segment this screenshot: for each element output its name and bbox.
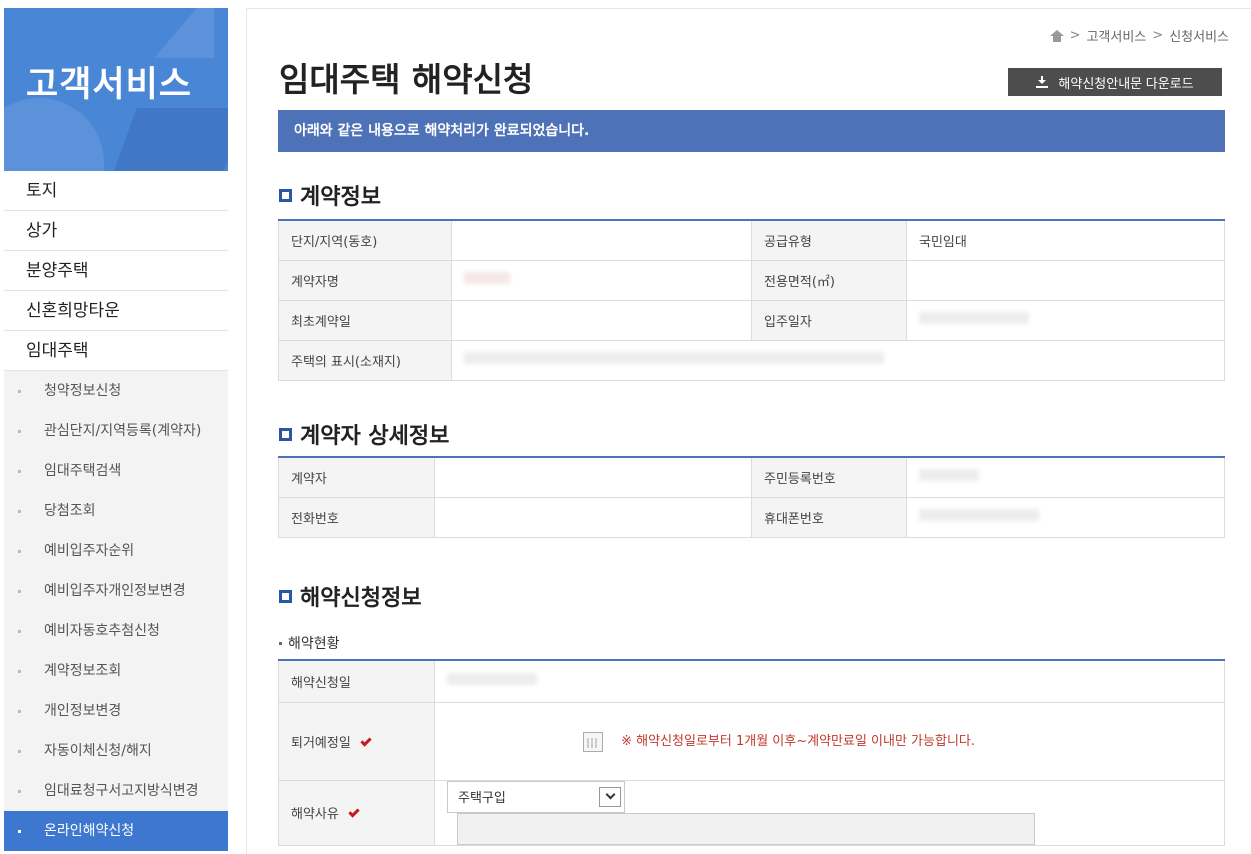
menu-item-sale-housing[interactable]: 분양주택	[4, 251, 228, 291]
calendar-icon[interactable]	[583, 731, 603, 752]
reason-detail-input[interactable]	[457, 812, 1035, 845]
label-first-contract: 최초계약일	[278, 299, 452, 341]
breadcrumb-item[interactable]: 신청서비스	[1169, 26, 1229, 45]
menu-item-newlywed-town[interactable]: 신혼희망타운	[4, 291, 228, 331]
section-termination-info: 해약신청정보	[279, 580, 421, 612]
sidebar: 고객서비스 토지 상가 분양주택 신혼희망타운 임대주택 청약정보신청 관심단지…	[4, 8, 228, 854]
moveout-label-text: 퇴거예정일	[291, 735, 351, 751]
download-guide-button[interactable]: 해약신청안내문 다운로드	[1008, 68, 1222, 96]
table-row: 주택의 표시(소재지)	[278, 339, 1225, 381]
submenu-rental-search[interactable]: 임대주택검색	[4, 451, 228, 491]
main-content: > 고객서비스 > 신청서비스 임대주택 해약신청 해약신청안내문 다운로드 아…	[246, 8, 1251, 854]
menu-item-commercial[interactable]: 상가	[4, 211, 228, 251]
value-mobile	[906, 496, 1225, 538]
value-complex	[451, 219, 752, 261]
table-row: 최초계약일 입주일자	[278, 299, 1225, 341]
breadcrumb-item[interactable]: 고객서비스	[1086, 26, 1146, 45]
submenu-interest-registration[interactable]: 관심단지/지역등록(계약자)	[4, 411, 228, 451]
label-address: 주택의 표시(소재지)	[278, 339, 452, 381]
page-title: 임대주택 해약신청	[279, 60, 534, 99]
label-complex: 단지/지역(동호)	[278, 219, 452, 261]
square-bullet-icon	[279, 589, 292, 603]
table-row: 퇴거예정일 ※ 해약신청일로부터 1개월 이후~계약만료일 이내만 가능합니다.	[278, 701, 1225, 781]
breadcrumb-separator: >	[1069, 28, 1081, 43]
label-supply-type: 공급유형	[751, 219, 907, 261]
subtitle-text: 해약현황	[288, 636, 340, 652]
menu-item-rental-housing[interactable]: 임대주택	[4, 331, 228, 371]
table-row: 해약신청일	[278, 659, 1225, 703]
value-rrn	[906, 456, 1225, 498]
submenu-personal-info-change[interactable]: 개인정보변경	[4, 691, 228, 731]
completion-notice: 아래와 같은 내용으로 해약처리가 완료되었습니다.	[278, 110, 1225, 152]
section-title-text: 해약신청정보	[300, 586, 422, 611]
table-row: 계약자명 전용면적(㎡)	[278, 259, 1225, 301]
section-contract-info: 계약정보	[279, 179, 381, 211]
breadcrumb: > 고객서비스 > 신청서비스	[1049, 26, 1229, 45]
chevron-down-icon[interactable]	[599, 786, 621, 807]
submenu-subscription-info[interactable]: 청약정보신청	[4, 371, 228, 411]
value-supply-type: 국민임대	[906, 219, 1225, 261]
label-contractor: 계약자	[278, 456, 435, 498]
submenu-autopay[interactable]: 자동이체신청/해지	[4, 731, 228, 771]
value-area	[906, 259, 1225, 301]
submenu-winner-lookup[interactable]: 당첨조회	[4, 491, 228, 531]
sidebar-banner: 고객서비스	[4, 8, 228, 171]
section-title-text: 계약자 상세정보	[300, 424, 450, 449]
label-reason: 해약사유	[278, 779, 435, 846]
value-first-contract	[451, 299, 752, 341]
square-bullet-icon	[279, 188, 292, 202]
section-title-text: 계약정보	[300, 185, 381, 210]
download-button-label: 해약신청안내문 다운로드	[1058, 75, 1194, 91]
submenu-bill-method[interactable]: 임대료청구서고지방식변경	[4, 771, 228, 811]
termination-table: 해약신청일 퇴거예정일 ※ 해약신청일로부터 1개월 이후~계약만료일 이내만 …	[278, 659, 1225, 846]
contractor-detail-table: 계약자 주민등록번호 전화번호 휴대폰번호	[278, 456, 1225, 538]
value-address	[451, 339, 1225, 381]
bullet-dot-icon	[279, 641, 282, 645]
required-check-icon	[348, 806, 360, 818]
submenu-unit-lottery[interactable]: 예비자동호추첨신청	[4, 611, 228, 651]
label-contractor-name: 계약자명	[278, 259, 452, 301]
breadcrumb-separator: >	[1152, 28, 1164, 43]
download-icon	[1036, 76, 1049, 88]
reason-select-value: 주택구입	[458, 791, 506, 806]
contract-info-table: 단지/지역(동호) 공급유형 국민임대 계약자명 전용면적(㎡) 최초계약일 입…	[278, 219, 1225, 381]
submenu-waiting-rank[interactable]: 예비입주자순위	[4, 531, 228, 571]
label-move-in: 입주일자	[751, 299, 907, 341]
label-mobile: 휴대폰번호	[751, 496, 907, 538]
table-row: 단지/지역(동호) 공급유형 국민임대	[278, 219, 1225, 261]
required-check-icon	[360, 734, 372, 747]
value-contractor-name	[451, 259, 752, 301]
termination-status-subtitle: 해약현황	[279, 633, 340, 653]
value-moveout-date: ※ 해약신청일로부터 1개월 이후~계약만료일 이내만 가능합니다.	[434, 701, 1225, 781]
table-row: 전화번호 휴대폰번호	[278, 496, 1225, 538]
square-bullet-icon	[279, 427, 292, 441]
reason-label-text: 해약사유	[291, 807, 339, 822]
label-phone: 전화번호	[278, 496, 435, 538]
value-apply-date	[434, 659, 1225, 703]
section-contractor-detail: 계약자 상세정보	[279, 418, 449, 450]
submenu-waiting-info-change[interactable]: 예비입주자개인정보변경	[4, 571, 228, 611]
label-moveout-date: 퇴거예정일	[278, 701, 435, 781]
sub-menu: 청약정보신청 관심단지/지역등록(계약자) 임대주택검색 당첨조회 예비입주자순…	[4, 371, 228, 851]
menu-item-land[interactable]: 토지	[4, 171, 228, 211]
moveout-warning: ※ 해약신청일로부터 1개월 이후~계약만료일 이내만 가능합니다.	[621, 734, 975, 750]
sidebar-title: 고객서비스	[26, 65, 193, 105]
value-move-in	[906, 299, 1225, 341]
label-area: 전용면적(㎡)	[751, 259, 907, 301]
value-contractor	[434, 456, 752, 498]
label-rrn: 주민등록번호	[751, 456, 907, 498]
table-row: 계약자 주민등록번호	[278, 456, 1225, 498]
value-reason: 주택구입	[434, 779, 1225, 846]
table-row: 해약사유 주택구입	[278, 779, 1225, 846]
submenu-contract-lookup[interactable]: 계약정보조회	[4, 651, 228, 691]
home-icon[interactable]	[1049, 29, 1064, 42]
value-phone	[434, 496, 752, 538]
main-menu: 토지 상가 분양주택 신혼희망타운 임대주택	[4, 171, 228, 371]
submenu-online-termination[interactable]: 온라인해약신청	[4, 811, 228, 851]
label-apply-date: 해약신청일	[278, 659, 435, 703]
reason-select[interactable]: 주택구입	[447, 780, 625, 813]
